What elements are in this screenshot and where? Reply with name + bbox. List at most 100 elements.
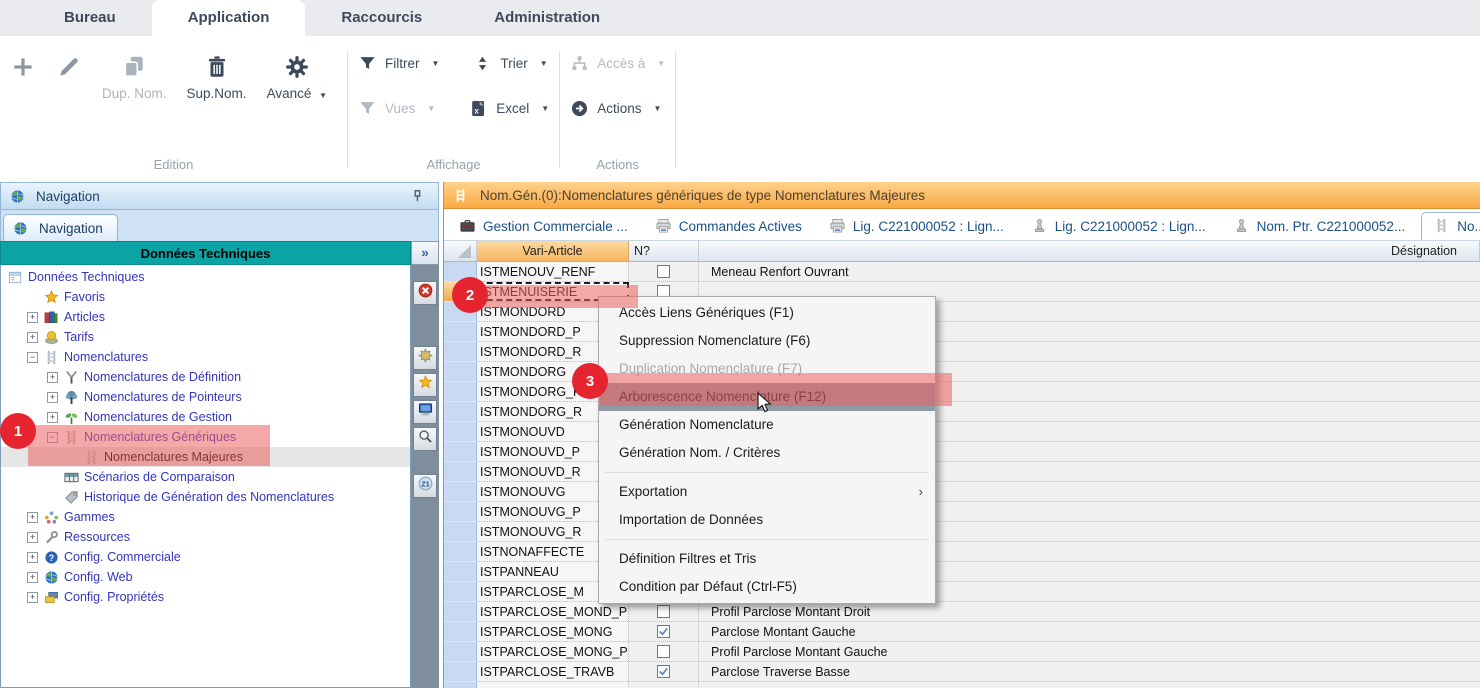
document-tab[interactable]: No... [1421,212,1480,240]
vari-article-cell[interactable]: ISTPARCLOSE_MONG_P [477,642,629,661]
designation-cell[interactable]: Parclose Montant Gauche [699,622,1480,641]
context-menu-item[interactable]: Accès Liens Génériques (F1) [599,299,935,327]
z1-button[interactable]: Z1 [413,474,437,498]
context-menu-item[interactable]: Génération Nom. / Critères [599,439,935,467]
checkbox-unchecked[interactable] [657,605,670,618]
expand-expander-icon[interactable]: + [47,412,58,423]
expand-expander-icon[interactable]: + [27,532,38,543]
vari-article-cell[interactable]: ISTPARCLOSE_MOND_P [477,602,629,621]
tree-item[interactable]: +Config. Web [1,567,410,587]
tree-item[interactable]: +Nomenclatures de Pointeurs [1,387,410,407]
actions-button[interactable]: Actions ▼ [570,99,661,118]
designation-cell[interactable]: Parclose Traverse Basse [699,662,1480,681]
advanced-button[interactable]: Avancé ▼ [257,48,337,107]
tree-item[interactable]: +Config. Propriétés [1,587,410,607]
tree-item[interactable]: Nomenclatures Majeures [1,447,410,467]
vari-article-cell[interactable]: ISTPARCLOSE_MONG [477,622,629,641]
collapse-expander-icon[interactable]: − [47,432,58,443]
document-tab[interactable]: Commandes Actives [644,213,814,240]
tree-item[interactable]: +?Config. Commerciale [1,547,410,567]
row-selector-cell[interactable] [444,502,477,522]
checkbox-checked[interactable] [657,665,670,678]
designation-cell[interactable]: Profil Parclose Montant Gauche [699,642,1480,661]
row-selector-cell[interactable] [444,262,477,282]
document-tab[interactable]: Nom. Ptr. C221000052... [1222,213,1418,240]
tree-item[interactable]: +Gammes [1,507,410,527]
access-to-button[interactable]: Accès à ▼ [570,54,665,73]
row-selector-cell[interactable] [444,682,477,688]
add-button[interactable] [0,48,46,86]
column-header-designation[interactable]: Désignation [699,241,1480,262]
tree-item[interactable]: −Nomenclatures [1,347,410,367]
tree-item[interactable]: Favoris [1,287,410,307]
table-row[interactable]: ISTPARCLOSE_MOND_P Profil Parclose Montan… [444,602,1480,622]
designation-cell[interactable]: Profil Parclose Montant Droit [699,602,1480,621]
tree-item[interactable]: +Ressources [1,527,410,547]
row-selector-cell[interactable] [444,362,477,382]
context-menu-item[interactable]: Exportation› [599,478,935,506]
duplicate-nomenclature-button[interactable]: Dup. Nom. [92,48,177,107]
favorites-star-button[interactable] [413,373,437,397]
row-selector-cell[interactable] [444,302,477,322]
column-header-vari-article[interactable]: Vari-Article [477,241,629,262]
tree-item[interactable]: +Nomenclatures de Définition [1,367,410,387]
sort-button[interactable]: Trier ▼ [473,54,547,73]
delete-nomenclature-button[interactable]: Sup.Nom. [177,48,257,107]
select-all-corner-cell[interactable] [444,241,477,262]
computer-button[interactable] [413,400,437,424]
table-row[interactable]: ISTMENOUV_RENF Meneau Renfort Ouvrant [444,262,1480,282]
document-tab[interactable]: Lig. C221000052 : Lign... [818,213,1016,240]
row-selector-cell[interactable] [444,642,477,662]
star-badge-button[interactable] [413,346,437,370]
ribbon-tab-bureau[interactable]: Bureau [28,0,152,36]
row-selector-cell[interactable] [444,402,477,422]
ribbon-tab-application[interactable]: Application [152,0,306,36]
table-row[interactable]: ISTPARCLOSE_TRAVB Parclose Traverse Basse [444,662,1480,682]
ribbon-tab-administration[interactable]: Administration [458,0,636,36]
tree-item[interactable]: Historique de Génération des Nomenclatur… [1,487,410,507]
row-selector-cell[interactable] [444,342,477,362]
vari-article-cell[interactable]: ISTMENOUV_RENF [477,262,629,281]
excel-export-button[interactable]: x Excel ▼ [469,99,549,118]
filter-button[interactable]: Filtrer ▼ [358,54,439,73]
expand-expander-icon[interactable]: + [27,592,38,603]
table-row[interactable]: ISTPARCLOSE_MONG Parclose Montant Gauche [444,622,1480,642]
expand-expander-icon[interactable]: + [27,552,38,563]
row-selector-cell[interactable] [444,382,477,402]
vari-article-cell[interactable]: ISTPARCLOSE_TRAVB [477,662,629,681]
views-button[interactable]: Vues ▼ [358,99,435,118]
row-selector-cell[interactable] [444,442,477,462]
tree-item[interactable]: −Nomenclatures Génériques [1,427,410,447]
ribbon-tab-raccourcis[interactable]: Raccourcis [305,0,458,36]
expand-expander-icon[interactable]: + [27,332,38,343]
designation-cell[interactable] [699,682,1480,688]
row-selector-cell[interactable] [444,282,477,302]
collapse-panel-button[interactable]: » [411,241,439,265]
tab-navigation[interactable]: Navigation [3,214,118,241]
column-header-n[interactable]: N? [629,241,699,262]
tree-item[interactable]: +Tarifs [1,327,410,347]
table-row[interactable] [444,682,1480,688]
checkbox-checked[interactable] [657,625,670,638]
row-selector-cell[interactable] [444,542,477,562]
context-menu-item[interactable]: Définition Filtres et Tris [599,545,935,573]
document-tab[interactable]: Gestion Commerciale ... [448,213,640,240]
document-tab[interactable]: Lig. C221000052 : Lign... [1020,213,1218,240]
tree-item[interactable]: +Nomenclatures de Gestion [1,407,410,427]
table-row[interactable]: ISTPARCLOSE_MONG_P Profil Parclose Montan… [444,642,1480,662]
context-menu-item[interactable]: Génération Nomenclature [599,411,935,439]
collapse-expander-icon[interactable]: − [27,352,38,363]
designation-cell[interactable]: Meneau Renfort Ouvrant [699,262,1480,281]
context-menu-item[interactable]: Arborescence Nomenclature (F12) [599,383,935,411]
context-menu-item[interactable]: Importation de Données [599,506,935,534]
context-menu-item[interactable]: Suppression Nomenclature (F6) [599,327,935,355]
row-selector-cell[interactable] [444,462,477,482]
row-selector-cell[interactable] [444,482,477,502]
vari-article-cell[interactable] [477,682,629,688]
close-button[interactable] [413,281,437,305]
checkbox-unchecked[interactable] [657,645,670,658]
row-selector-cell[interactable] [444,622,477,642]
tree-item[interactable]: Données Techniques [1,267,410,287]
tree-item[interactable]: +Articles [1,307,410,327]
row-selector-cell[interactable] [444,582,477,602]
